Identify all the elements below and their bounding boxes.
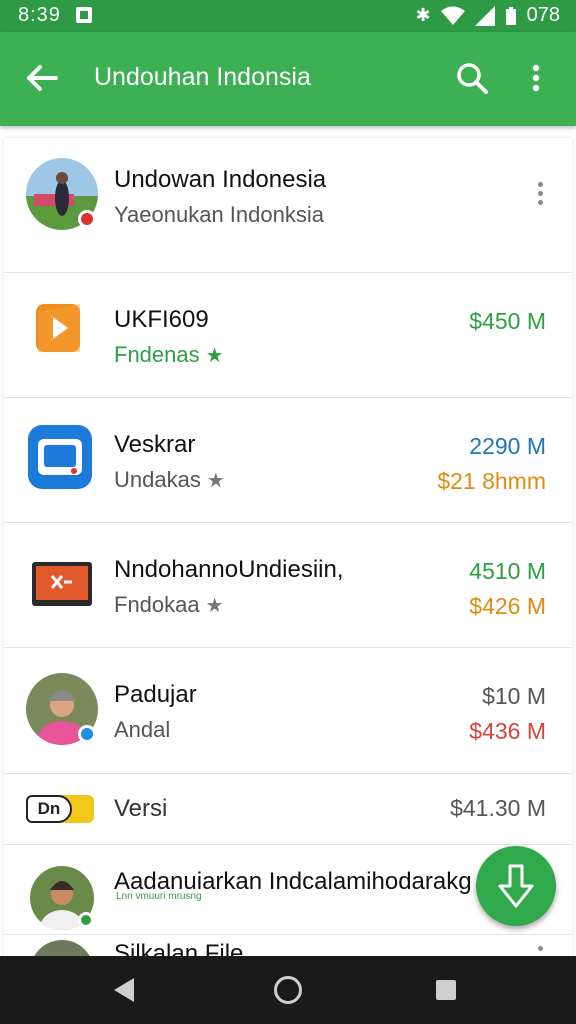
- item-name: UKFI609: [114, 306, 209, 333]
- item-name: Padujar: [114, 681, 197, 708]
- recents-square-icon[interactable]: [436, 980, 456, 1000]
- more-vert-icon[interactable]: [518, 60, 554, 96]
- page-title: Undouhan Indonsia: [94, 63, 311, 91]
- item-value: $450 M: [469, 308, 546, 334]
- item-value-secondary: $21 8hmm: [437, 468, 546, 494]
- more-vert-icon[interactable]: [528, 942, 552, 956]
- item-subtitle-text: Fndenas: [114, 342, 200, 367]
- download-list: Undowan Indonesia Yaeonukan Indonksia UK…: [4, 138, 572, 956]
- notification-icon: [76, 7, 92, 23]
- download-arrow-icon: [498, 864, 534, 908]
- home-circle-icon[interactable]: [274, 976, 302, 1004]
- item-value-secondary: $426 M: [469, 593, 546, 619]
- item-subtitle: Yaeonukan Indonksia: [114, 202, 324, 227]
- wifi-icon: [440, 6, 465, 25]
- item-value: 2290 M: [469, 433, 546, 459]
- battery-percent: 078: [526, 4, 560, 26]
- item-value: $41.30 M: [450, 795, 546, 821]
- back-triangle-icon[interactable]: [114, 978, 134, 1002]
- item-subtitle: Lnn vmuuri mrusng: [116, 891, 202, 902]
- item-subtitle: Fndenas ★: [114, 342, 224, 368]
- signal-icon: [474, 5, 495, 26]
- status-badge-icon: [78, 912, 94, 928]
- list-item[interactable]: Padujar Andal $10 M $436 M: [4, 647, 572, 774]
- item-name: Silkalan File: [114, 940, 244, 956]
- list-item[interactable]: Dn Versi $41.30 M: [4, 773, 572, 845]
- download-fab[interactable]: [476, 846, 556, 926]
- list-item[interactable]: NndohannoUndiesiin, Fndokaa ★ 4510 M $426…: [4, 522, 572, 648]
- search-icon[interactable]: [454, 60, 490, 96]
- arrow-left-icon[interactable]: [22, 58, 62, 98]
- status-icons: ✱ 078: [416, 4, 560, 27]
- version-badge-text: Dn: [26, 795, 72, 823]
- item-name: Versi: [114, 795, 168, 822]
- battery-icon: [505, 6, 516, 25]
- status-bar: 8:39 ✱ 078: [0, 0, 576, 32]
- item-subtitle: Fndokaa ★: [114, 592, 224, 618]
- more-vert-icon[interactable]: [528, 178, 552, 214]
- profile-avatar: [30, 866, 94, 930]
- list-item[interactable]: Veskrar Undakas ★ 2290 M $21 8hmm: [4, 397, 572, 523]
- orange-tv-app-icon: [32, 560, 92, 608]
- orange-play-app-icon: [34, 302, 86, 354]
- item-subtitle: Andal: [114, 717, 171, 742]
- item-subtitle-text: Undakas: [114, 467, 201, 492]
- verified-badge-icon: [78, 725, 96, 743]
- list-item[interactable]: UKFI609 Fndenas ★ $450 M: [4, 272, 572, 398]
- item-subtitle-text: Fndokaa: [114, 592, 200, 617]
- star-icon: ★: [205, 595, 224, 617]
- item-value-secondary: $436 M: [469, 718, 546, 744]
- app-bar: Undouhan Indonsia: [0, 32, 576, 126]
- camera-badge-icon: [78, 210, 96, 228]
- profile-avatar: [26, 158, 98, 230]
- list-item[interactable]: Undowan Indonesia Yaeonukan Indonksia: [4, 138, 572, 273]
- list-item[interactable]: Silkalan File: [4, 934, 572, 956]
- item-name: NndohannoUndiesiin,: [114, 556, 344, 583]
- blue-screen-app-icon: [26, 423, 94, 491]
- item-name: Undowan Indonesia: [114, 166, 327, 193]
- bluetooth-icon: ✱: [415, 5, 431, 25]
- system-nav-bar: [0, 956, 576, 1024]
- item-name: Veskrar: [114, 431, 196, 458]
- item-subtitle: Undakas ★: [114, 467, 225, 493]
- version-badge-icon: Dn: [26, 795, 94, 823]
- star-icon: ★: [206, 470, 225, 492]
- item-value: $10 M: [482, 683, 546, 709]
- item-value: 4510 M: [469, 558, 546, 584]
- profile-avatar: [30, 940, 94, 956]
- status-time: 8:39: [18, 4, 61, 26]
- star-icon: ★: [205, 345, 224, 367]
- profile-avatar: [26, 673, 98, 745]
